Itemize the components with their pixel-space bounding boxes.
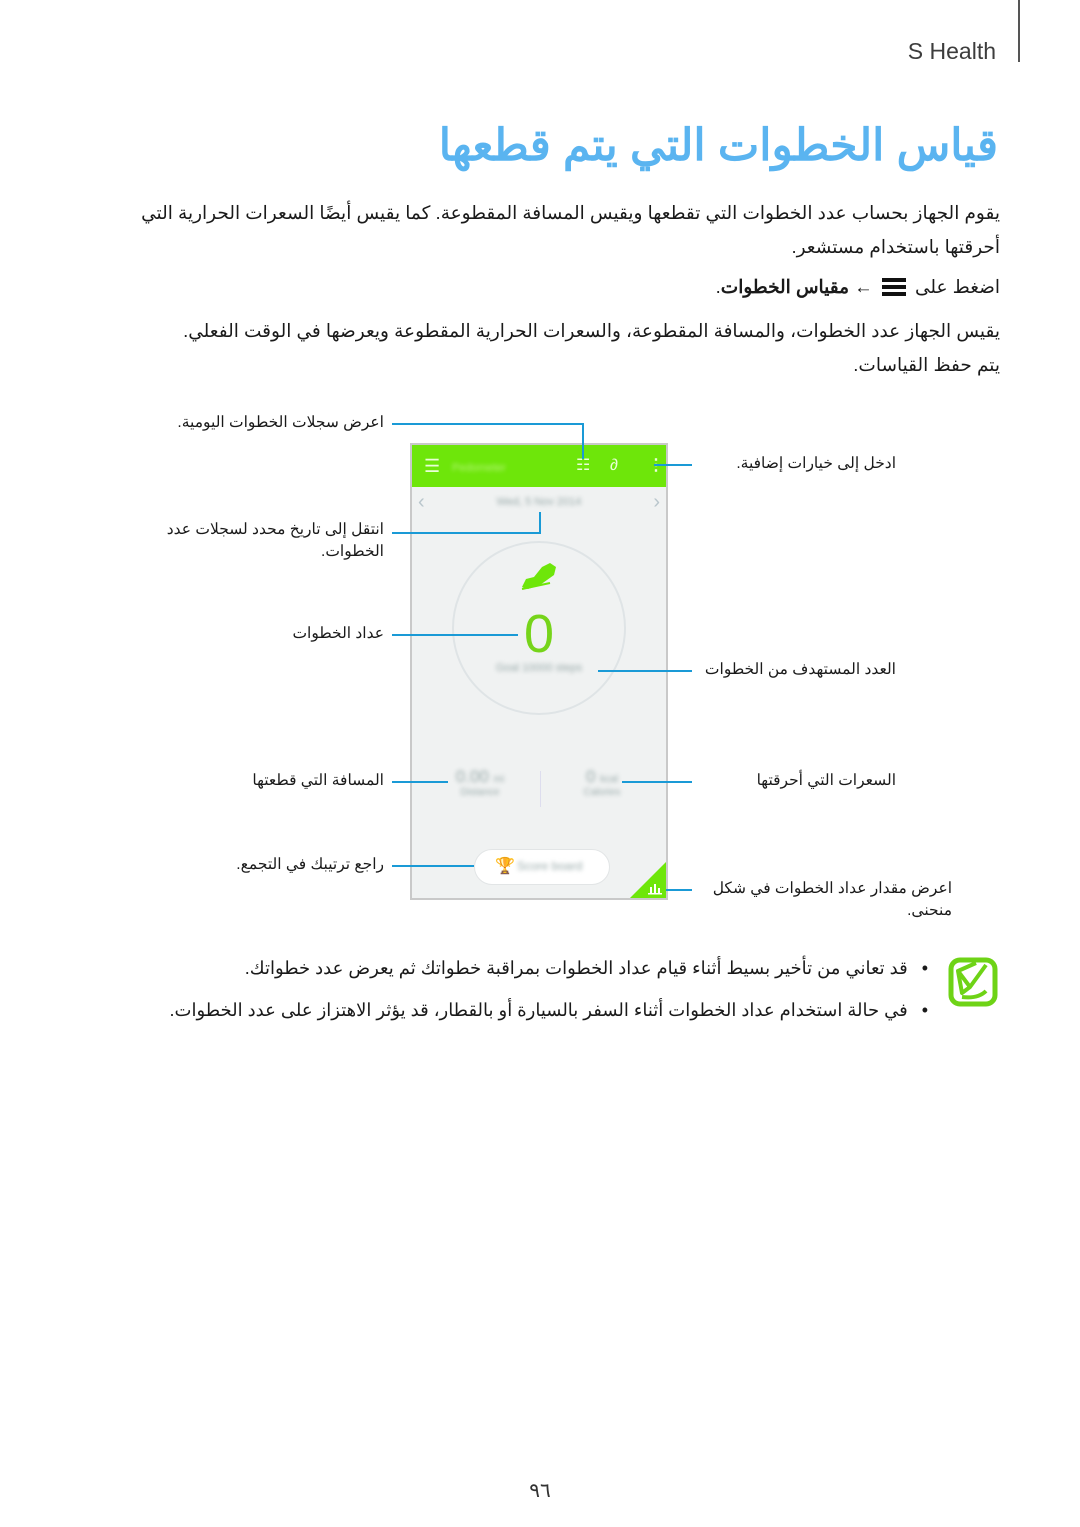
distance-unit: mi (493, 774, 505, 785)
distance-label: Distance (460, 787, 500, 798)
section-label: S Health (907, 38, 996, 64)
trophy-icon: 🏆 (495, 858, 515, 875)
callout-graph: اعرض مقدار عداد الخطوات في شكل منحنى. (712, 880, 952, 919)
list-icon[interactable]: ☷ (576, 457, 590, 475)
app-bar: ☰ Pedometer ☷ ∂ ⋮ (412, 445, 666, 487)
callout-daily-records: اعرض سجلات الخطوات اليومية. (177, 414, 384, 431)
callout-line-ranking (392, 865, 474, 867)
calories-label: Calories (583, 787, 621, 798)
score-board-button[interactable]: 🏆 Score board (474, 849, 610, 885)
menu-icon (881, 278, 906, 296)
instruction-line: اضغط على ← مقياس الخطوات. (100, 270, 1000, 304)
callout-line-graph (666, 889, 692, 891)
shoe-icon (520, 561, 560, 596)
callout-line-daily-v (582, 423, 584, 459)
callout-line-more (654, 464, 692, 466)
callout-line-date (392, 532, 540, 534)
header-divider (1018, 0, 1020, 62)
bar-chart-icon[interactable] (648, 882, 662, 895)
callout-line-counter (392, 634, 518, 636)
measure-paragraph: يقيس الجهاز عدد الخطوات، والمسافة المقطو… (100, 314, 1000, 382)
measure-text: يقيس الجهاز عدد الخطوات، والمسافة المقطو… (183, 320, 1000, 341)
steps-goal: Goal 10000 steps (495, 662, 583, 674)
note-icon (948, 957, 998, 1007)
callout-line-daily (392, 423, 583, 425)
note-item: في حالة استخدام عداد الخطوات أثناء السفر… (68, 1000, 928, 1021)
callout-distance: المسافة التي قطعتها (252, 772, 384, 789)
arrow-glyph: ← (854, 276, 873, 297)
more-options-icon[interactable]: ⋮ (648, 457, 664, 475)
instruction-target: مقياس الخطوات (720, 276, 850, 297)
note-item: قد تعاني من تأخير بسيط أثناء قيام عداد ا… (68, 958, 928, 979)
callout-line-date-v (539, 512, 541, 534)
stats-divider (540, 771, 541, 807)
chevron-right-icon[interactable]: › (653, 491, 660, 514)
link-icon[interactable]: ∂ (610, 457, 618, 475)
callout-step-counter: عداد الخطوات (292, 625, 384, 642)
distance-value: 0.00 (455, 767, 489, 786)
score-board-label: Score board (517, 859, 583, 873)
callout-line-target (598, 670, 692, 672)
page-title: قياس الخطوات التي يتم قطعها (438, 121, 998, 170)
callout-line-distance (392, 781, 448, 783)
callout-more-options: ادخل إلى خيارات إضافية. (736, 455, 896, 472)
page-number: ٩٦ (529, 1480, 551, 1502)
saved-text: يتم حفظ القياسات. (853, 354, 1000, 375)
callout-line-calories (622, 781, 692, 783)
menu-icon[interactable]: ☰ (424, 457, 440, 475)
callout-calories: السعرات التي أحرقتها (756, 772, 896, 789)
callout-ranking: راجع ترتيبك في التجمع. (236, 856, 384, 873)
app-title: Pedometer (452, 462, 506, 474)
current-date[interactable]: Wed, 5 Nov 2014 (412, 496, 666, 508)
callout-target-steps: العدد المستهدف من الخطوات (704, 661, 896, 678)
calories-unit: kcal (600, 774, 618, 785)
intro-paragraph: يقوم الجهاز بحساب عدد الخطوات التي تقطعه… (141, 202, 1000, 257)
instruction-prefix: اضغط على (914, 276, 1000, 297)
callout-go-to-date: انتقل إلى تاريخ محدد لسجلات عدد الخطوات. (166, 521, 384, 560)
calories-value: 0 (586, 767, 596, 786)
